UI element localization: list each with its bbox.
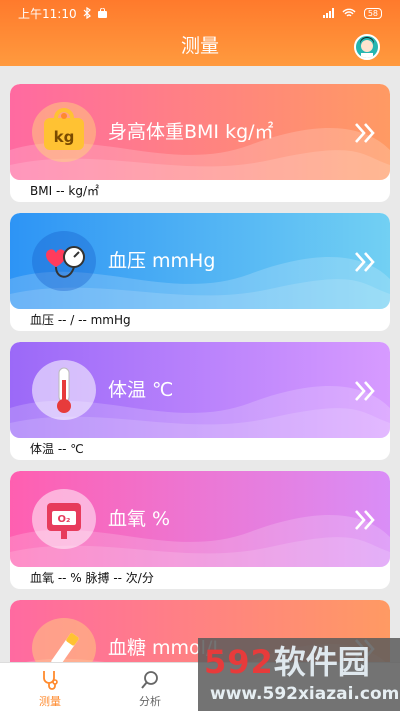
card-value: 血氧 -- % 脉搏 -- 次/分 (30, 571, 154, 585)
chevron-right-icon[interactable] (352, 507, 378, 533)
wifi-icon (342, 8, 356, 17)
thermometer-icon (32, 360, 96, 420)
card-value: 血压 -- / -- mmHg (30, 313, 131, 327)
card-blood-oxygen[interactable]: O₂ 血氧 % 血氧 -- % 脉搏 -- 次/分 (10, 471, 390, 589)
oxygen-icon: O₂ (32, 489, 96, 549)
card-banner[interactable]: O₂ 血氧 % (10, 471, 390, 567)
card-title: 血氧 % (108, 508, 171, 530)
card-blood-pressure[interactable]: 血压 mmHg 血压 -- / -- mmHg (10, 213, 390, 331)
card-title: 身高体重BMI kg/㎡ (108, 121, 274, 143)
search-icon (141, 671, 158, 689)
status-bar: 上午11:10 58 (0, 0, 400, 26)
watermark-logo: 592软件园 (204, 643, 370, 681)
card-title: 血压 mmHg (108, 250, 216, 272)
page-title: 测量 (180, 35, 219, 57)
stethoscope-icon (43, 671, 58, 690)
signal-icon (322, 8, 334, 18)
chevron-right-icon[interactable] (352, 120, 378, 146)
bluetooth-icon (83, 7, 91, 19)
card-title: 体温 ℃ (108, 379, 174, 401)
card-banner[interactable]: kg 身高体重BMI kg/㎡ (10, 84, 390, 180)
watermark-url: www.592xiazai.com (210, 684, 400, 704)
tab-measure[interactable]: 测量 (10, 663, 90, 711)
avatar[interactable] (354, 34, 380, 60)
tab-label: 测量 (39, 695, 61, 708)
svg-text:kg: kg (54, 128, 75, 146)
card-bmi[interactable]: kg 身高体重BMI kg/㎡ BMI -- kg/㎡ (10, 84, 390, 202)
chevron-right-icon[interactable] (352, 378, 378, 404)
svg-text:O₂: O₂ (58, 514, 71, 525)
status-time: 上午11:10 (18, 6, 77, 21)
battery-icon: 58 (363, 7, 382, 19)
card-value: 体温 -- ℃ (30, 442, 84, 456)
kg-icon: kg (32, 102, 96, 162)
card-value: BMI -- kg/㎡ (30, 184, 100, 198)
card-banner[interactable]: 血压 mmHg (10, 213, 390, 309)
tab-label: 分析 (139, 695, 161, 708)
shopping-bag-icon (97, 7, 107, 18)
blood-pressure-icon (32, 231, 96, 291)
card-temperature[interactable]: 体温 ℃ 体温 -- ℃ (10, 342, 390, 460)
tab-analysis[interactable]: 分析 (110, 663, 190, 711)
card-banner[interactable]: 体温 ℃ (10, 342, 390, 438)
header: 上午11:10 58 测量 (0, 0, 400, 66)
chevron-right-icon[interactable] (352, 249, 378, 275)
